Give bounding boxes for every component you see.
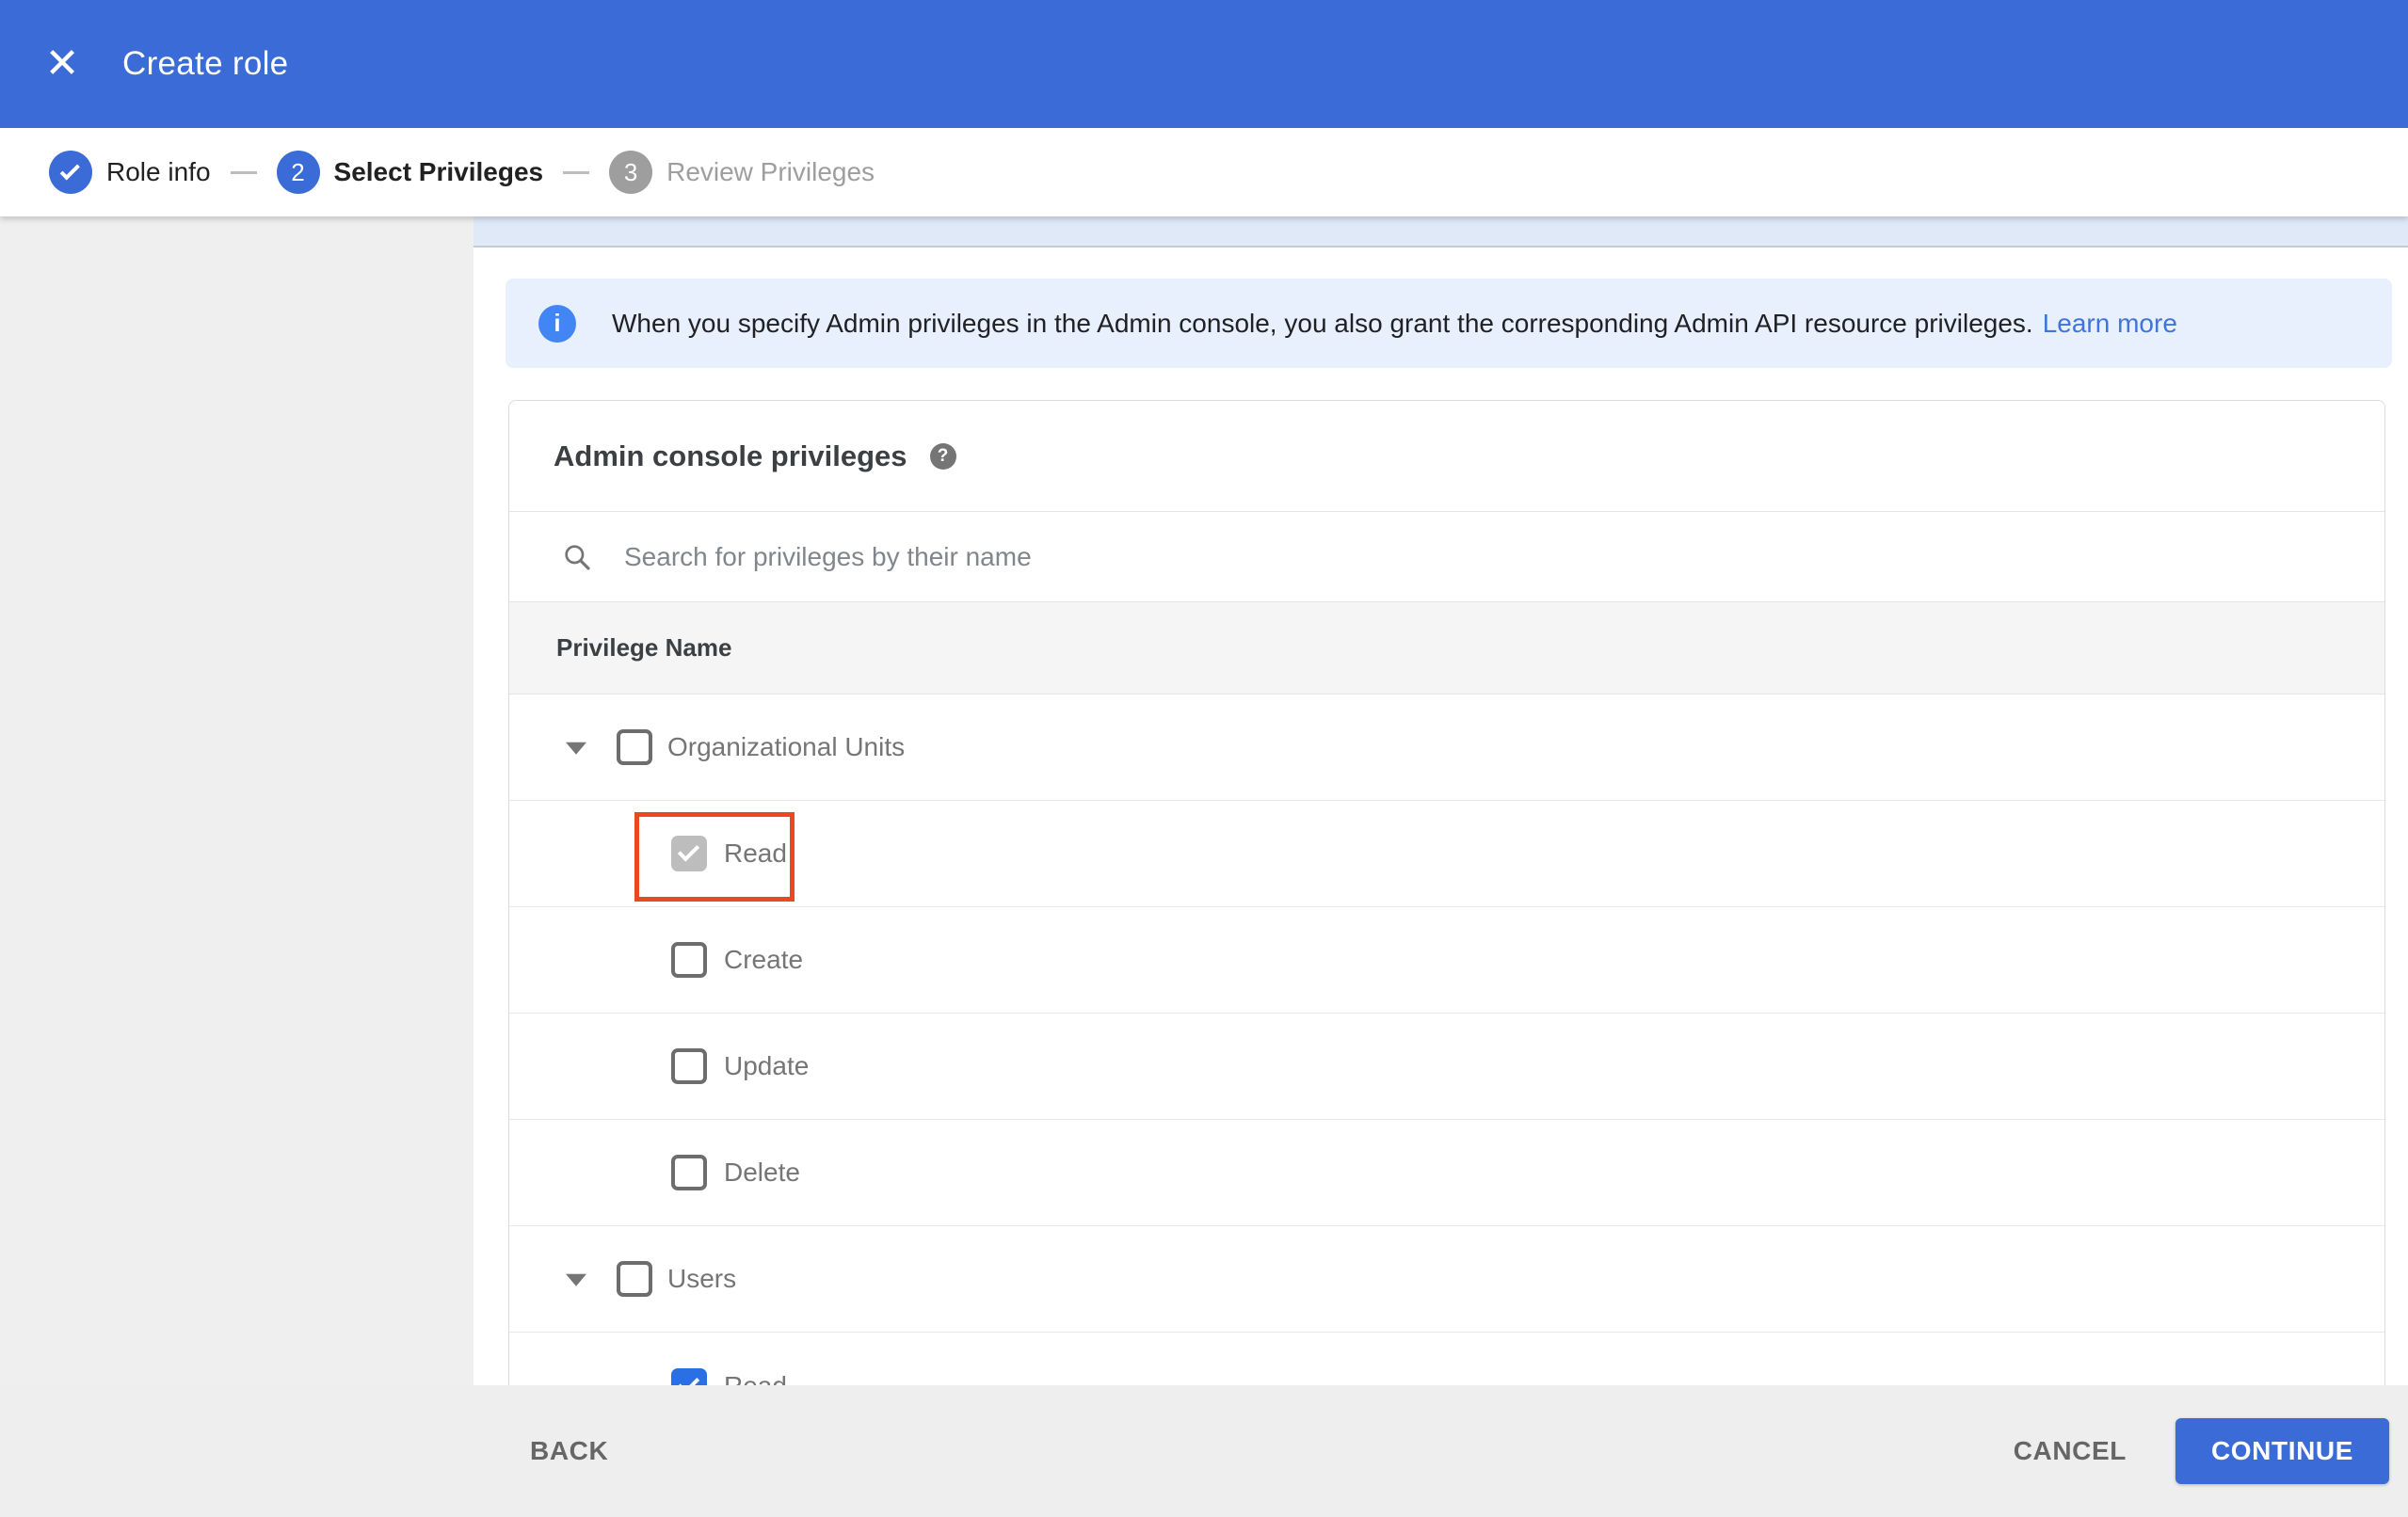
step-completed-circle [49, 151, 92, 194]
check-icon [59, 160, 80, 181]
column-header-privilege-name: Privilege Name [556, 633, 732, 662]
scrolled-content-strip [474, 216, 2408, 248]
info-banner-text: When you specify Admin privileges in the… [612, 308, 2033, 338]
learn-more-link[interactable]: Learn more [2043, 309, 2177, 339]
step-label: Role info [106, 157, 211, 186]
expand-arrow-icon[interactable] [566, 742, 586, 755]
info-icon: i [538, 304, 576, 343]
checkbox-update[interactable] [671, 1048, 707, 1084]
stepper: Role info 2 Select Privileges 3 Review P… [0, 128, 2408, 216]
step-number-circle: 2 [276, 151, 320, 194]
back-button[interactable]: BACK [530, 1436, 608, 1466]
table-row: Update [509, 1014, 2384, 1120]
page-title: Create role [122, 45, 289, 82]
privilege-label: Delete [724, 1158, 800, 1187]
search-icon [565, 544, 590, 570]
step-role-info[interactable]: Role info [49, 151, 211, 194]
step-number-circle: 3 [609, 151, 653, 194]
step-label: Review Privileges [666, 157, 875, 186]
privilege-label: Read [724, 1370, 787, 1386]
table-row: Create [509, 907, 2384, 1014]
checkbox-organizational-units[interactable] [617, 729, 652, 765]
checkbox-delete[interactable] [671, 1155, 707, 1190]
cancel-button[interactable]: CANCEL [2014, 1436, 2127, 1466]
step-connector [230, 170, 257, 174]
content-area: i When you specify Admin privileges in t… [0, 216, 2408, 1385]
checkbox-create[interactable] [671, 942, 707, 978]
search-input[interactable] [624, 541, 1471, 572]
help-icon[interactable]: ? [929, 442, 956, 470]
privilege-label: Read [724, 838, 787, 868]
step-select-privileges[interactable]: 2 Select Privileges [276, 151, 544, 194]
table-row: Users [509, 1226, 2384, 1333]
privileges-card: Admin console privileges ? Privilege Nam… [508, 400, 2385, 1385]
close-icon[interactable]: ✕ [43, 43, 81, 85]
privilege-label: Create [724, 945, 804, 974]
expand-arrow-icon[interactable] [566, 1273, 586, 1286]
table-row: Read [509, 801, 2384, 907]
privilege-label: Update [724, 1051, 810, 1080]
checkbox-read-disabled[interactable] [671, 836, 707, 871]
card-title: Admin console privileges [554, 439, 907, 472]
main-panel: i When you specify Admin privileges in t… [474, 216, 2408, 1385]
table-row: Organizational Units [509, 695, 2384, 801]
sidebar [0, 216, 474, 1385]
checkbox-users-read[interactable] [671, 1367, 707, 1385]
privilege-label: Users [667, 1264, 737, 1293]
card-title-row: Admin console privileges ? [509, 401, 2384, 511]
footer-bar: BACK CANCEL CONTINUE [0, 1385, 2408, 1517]
privilege-label: Organizational Units [667, 732, 906, 761]
continue-button[interactable]: CONTINUE [2175, 1418, 2389, 1484]
step-label: Select Privileges [333, 157, 544, 186]
table-header: Privilege Name [509, 601, 2384, 695]
checkbox-users[interactable] [617, 1261, 652, 1297]
search-row [509, 511, 2384, 601]
table-row: Read [509, 1333, 2384, 1385]
info-banner: i When you specify Admin privileges in t… [506, 279, 2392, 368]
footer-right-group: CANCEL CONTINUE [2014, 1418, 2389, 1484]
table-row: Delete [509, 1120, 2384, 1226]
step-connector [563, 170, 590, 174]
step-review-privileges[interactable]: 3 Review Privileges [609, 151, 875, 194]
top-bar: ✕ Create role [0, 0, 2408, 128]
